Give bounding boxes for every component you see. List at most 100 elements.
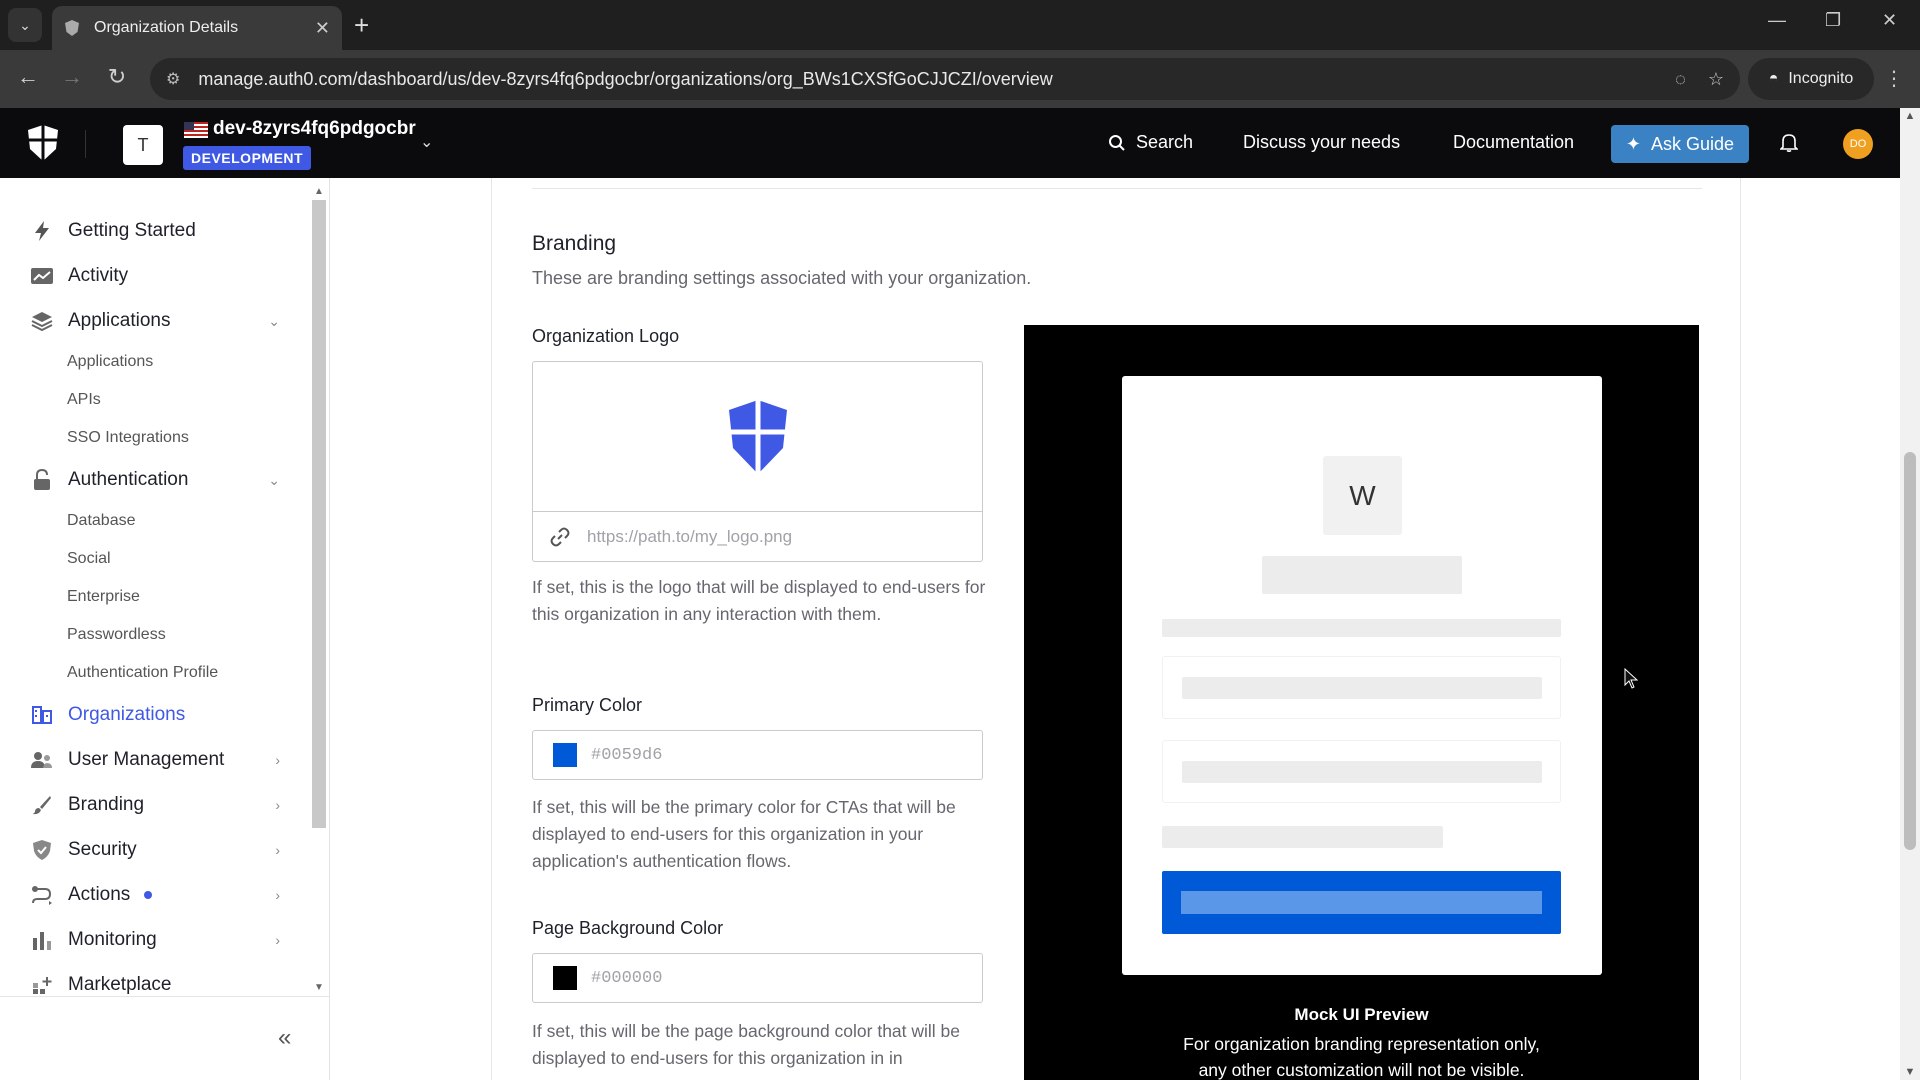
main-scroll-thumb[interactable] [1904, 452, 1916, 850]
tenant-avatar[interactable]: T [123, 125, 163, 165]
sidebar-item-authentication[interactable]: Authentication ⌄ [30, 464, 280, 496]
sidebar-item-label: Security [68, 839, 137, 860]
shield-icon [64, 19, 82, 37]
incognito-icon: ◓ [1768, 70, 1779, 87]
app-header: T dev-8zyrs4fq6pdgocbr DEVELOPMENT ⌄ Sea… [0, 108, 1900, 178]
lock-icon [30, 468, 54, 492]
organizations-icon [30, 703, 54, 727]
incognito-indicator[interactable]: ◓ Incognito [1748, 58, 1874, 100]
address-bar[interactable]: ⚙ manage.auth0.com/dashboard/us/dev-8zyr… [150, 58, 1740, 100]
site-info-icon[interactable]: ⚙ [166, 69, 180, 89]
browser-toolbar: ← → ↻ ⚙ manage.auth0.com/dashboard/us/de… [0, 50, 1920, 108]
sidebar-sub-passwordless[interactable]: Passwordless [67, 626, 166, 644]
mock-link-bar [1162, 826, 1443, 848]
bg-color-input[interactable] [591, 968, 971, 988]
browser-tab[interactable]: Organization Details ✕ [52, 6, 342, 50]
sidebar-sub-sso-integrations[interactable]: SSO Integrations [67, 429, 189, 447]
discuss-needs-link[interactable]: Discuss your needs [1243, 132, 1400, 153]
sidebar-scroll-thumb[interactable] [312, 200, 326, 828]
sidebar-item-label: Applications [68, 310, 171, 331]
sidebar-sub-enterprise[interactable]: Enterprise [67, 588, 140, 606]
sidebar-sub-apis[interactable]: APIs [67, 391, 101, 409]
mock-input-bar [1182, 761, 1542, 783]
scroll-up-icon[interactable]: ▲ [1900, 110, 1920, 122]
restore-icon[interactable]: ❐ [1825, 10, 1841, 31]
actions-flow-icon [30, 883, 54, 907]
sidebar-item-label: Getting Started [68, 220, 196, 241]
search-label: Search [1136, 132, 1194, 152]
sidebar-scrollbar[interactable]: ▲ ▼ [312, 186, 326, 993]
sparkle-icon: ✦ [1625, 133, 1642, 154]
bg-color-swatch[interactable] [553, 966, 577, 990]
tenant-name[interactable]: dev-8zyrs4fq6pdgocbr [213, 118, 416, 140]
sidebar-item-branding[interactable]: Branding › [30, 789, 280, 821]
star-icon[interactable]: ☆ [1708, 69, 1724, 90]
browser-menu-icon[interactable]: ⋮ [1884, 66, 1904, 91]
logo-preview [533, 362, 982, 512]
reload-icon[interactable]: ↻ [102, 64, 132, 90]
ask-guide-button[interactable]: ✦ Ask Guide [1611, 125, 1749, 163]
new-tab-button[interactable]: + [354, 10, 369, 40]
header-divider [85, 130, 86, 158]
sidebar-item-organizations[interactable]: Organizations [30, 699, 280, 731]
mouse-cursor-icon [1624, 668, 1638, 689]
collapse-sidebar-button[interactable]: « [278, 1024, 291, 1052]
main-scrollbar[interactable]: ▲ ▼ [1900, 108, 1920, 1080]
auth0-logo-icon[interactable] [24, 123, 62, 163]
logo-url-input[interactable] [587, 527, 967, 547]
scroll-down-icon[interactable]: ▼ [1900, 1066, 1920, 1078]
mock-preview-subtitle: For organization branding representation… [1024, 1031, 1699, 1080]
primary-color-field[interactable] [532, 730, 983, 780]
logo-help-text: If set, this is the logo that will be di… [532, 577, 986, 624]
close-icon[interactable]: ✕ [315, 18, 330, 39]
user-avatar[interactable]: DO [1843, 129, 1873, 159]
section-title: Branding [532, 232, 617, 255]
sidebar-item-label: Actions [68, 884, 131, 905]
forward-icon[interactable]: → [57, 64, 87, 90]
eye-off-icon[interactable]: ◌ [1675, 69, 1686, 90]
logo-field [532, 361, 983, 562]
sidebar-item-actions[interactable]: Actions › [30, 879, 280, 911]
primary-color-swatch[interactable] [553, 743, 577, 767]
sidebar-sub-applications[interactable]: Applications [67, 353, 153, 371]
sidebar-item-monitoring[interactable]: Monitoring › [30, 924, 280, 956]
chevron-down-icon[interactable]: ⌄ [420, 132, 433, 152]
chevron-right-icon: › [275, 842, 280, 858]
sidebar-item-activity[interactable]: Activity [30, 260, 280, 292]
mock-preview-title: Mock UI Preview [1294, 1005, 1429, 1024]
bg-color-label: Page Background Color [532, 918, 724, 938]
documentation-link[interactable]: Documentation [1453, 132, 1574, 153]
back-icon[interactable]: ← [13, 64, 43, 90]
search-button[interactable]: Search [1108, 132, 1193, 153]
logo-url-row [533, 513, 982, 561]
scroll-up-icon[interactable]: ▲ [312, 186, 326, 197]
sidebar-sub-authentication-profile[interactable]: Authentication Profile [67, 664, 218, 682]
sidebar-item-security[interactable]: Security › [30, 834, 280, 866]
marketplace-grid-icon [30, 973, 54, 997]
environment-badge: DEVELOPMENT [183, 146, 312, 170]
lightning-icon [30, 219, 54, 243]
bell-icon[interactable] [1779, 132, 1799, 157]
sidebar-item-label: Authentication [68, 469, 189, 490]
mock-ui-preview: W Mock UI Preview For organization brand… [1024, 325, 1699, 1080]
url-text[interactable]: manage.auth0.com/dashboard/us/dev-8zyrs4… [198, 69, 1653, 90]
incognito-label: Incognito [1788, 70, 1854, 87]
minimize-icon[interactable]: — [1768, 10, 1786, 31]
bg-color-field[interactable] [532, 953, 983, 1003]
window-close-icon[interactable]: ✕ [1882, 10, 1897, 31]
scroll-down-icon[interactable]: ▼ [312, 982, 326, 993]
sidebar-sub-database[interactable]: Database [67, 512, 136, 530]
chevron-right-icon: › [275, 887, 280, 903]
sidebar-sub-social[interactable]: Social [67, 550, 111, 568]
mock-text-bar [1162, 619, 1561, 637]
sidebar-item-getting-started[interactable]: Getting Started [30, 215, 280, 247]
primary-color-input[interactable] [591, 745, 971, 765]
sidebar-item-label: Activity [68, 265, 129, 286]
users-icon [30, 748, 54, 772]
mock-logo-placeholder: W [1323, 456, 1402, 535]
tab-search-dropdown[interactable]: ⌄ [8, 8, 42, 42]
sidebar-item-applications[interactable]: Applications ⌄ [30, 305, 280, 337]
sidebar-item-user-management[interactable]: User Management › [30, 744, 280, 776]
sidebar-item-label: Monitoring [68, 929, 157, 950]
section-description: These are branding settings associated w… [532, 268, 1032, 288]
